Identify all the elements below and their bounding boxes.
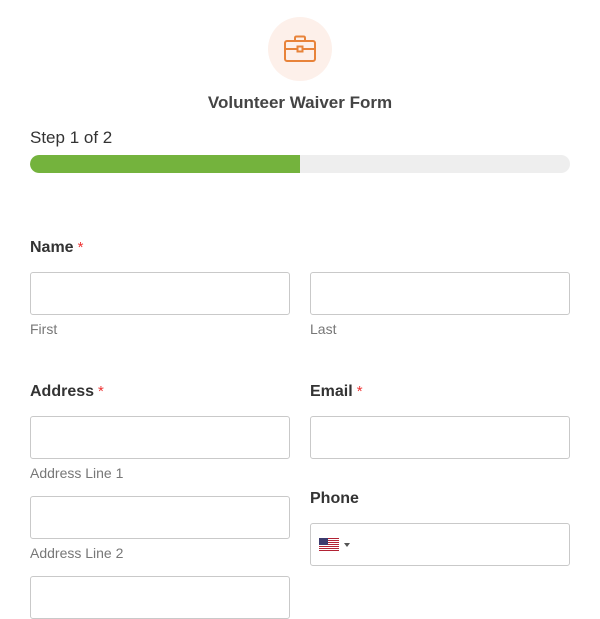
form-title: Volunteer Waiver Form: [207, 93, 393, 112]
country-code-dropdown[interactable]: [319, 538, 350, 551]
phone-field: [310, 523, 570, 567]
last-name-sublabel: Last: [310, 321, 337, 337]
address-line3-input[interactable]: [30, 576, 290, 619]
progress-bar: [30, 155, 570, 173]
form-page: Volunteer Waiver Form Step 1 of 2 Name * …: [0, 0, 600, 619]
required-marker: *: [356, 383, 363, 400]
name-label-text: Name: [30, 239, 74, 256]
email-input[interactable]: [310, 416, 570, 459]
form-logo: [268, 17, 332, 81]
first-name-sublabel: First: [30, 321, 58, 337]
email-field-label: Email *: [310, 382, 363, 402]
address-line2-input[interactable]: [30, 496, 290, 539]
step-indicator: Step 1 of 2: [30, 128, 113, 147]
name-field-label: Name *: [30, 238, 83, 258]
phone-input[interactable]: [357, 524, 569, 567]
first-name-input[interactable]: [30, 272, 290, 315]
phone-field-label: Phone: [310, 490, 359, 507]
briefcase-icon: [284, 35, 316, 62]
chevron-down-icon: [344, 542, 350, 547]
email-label-text: Email: [310, 383, 353, 400]
address-line2-sublabel: Address Line 2: [30, 545, 124, 561]
required-marker: *: [98, 383, 104, 400]
address-line1-sublabel: Address Line 1: [30, 465, 124, 481]
address-field-label: Address *: [30, 382, 104, 402]
address-line1-input[interactable]: [30, 416, 290, 459]
progress-bar-fill: [30, 155, 300, 173]
address-label-text: Address: [30, 383, 95, 400]
required-marker: *: [77, 239, 84, 256]
last-name-input[interactable]: [310, 272, 570, 315]
us-flag-icon: [319, 538, 339, 551]
